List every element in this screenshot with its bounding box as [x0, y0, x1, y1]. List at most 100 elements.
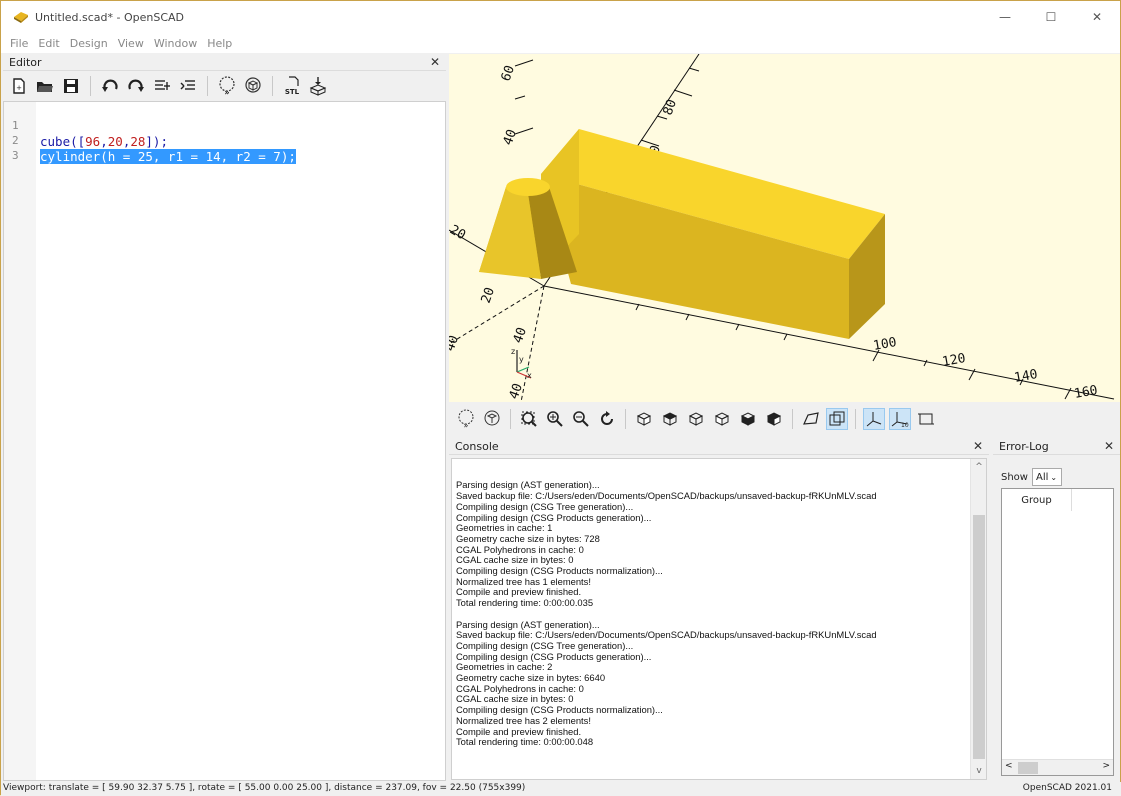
- axis-indicator-label: z: [511, 347, 515, 356]
- minimize-button[interactable]: —: [982, 1, 1028, 33]
- perspective-icon[interactable]: [800, 408, 822, 430]
- orthogonal-icon[interactable]: [826, 408, 848, 430]
- viewport-status: Viewport: translate = [ 59.90 32.37 5.75…: [3, 783, 526, 793]
- axis-tick-label: 40: [511, 326, 530, 346]
- axis-tick-label: 20: [449, 222, 468, 243]
- view-toolbar: » 10: [449, 403, 1120, 435]
- scroll-right-icon[interactable]: >: [1102, 761, 1110, 771]
- axis-tick-label: 20: [479, 286, 498, 306]
- menu-edit[interactable]: Edit: [33, 37, 64, 50]
- column-header-group[interactable]: Group: [1002, 489, 1072, 511]
- console-output[interactable]: Parsing design (AST generation)... Saved…: [451, 458, 987, 780]
- view-back-icon[interactable]: [763, 408, 785, 430]
- redo-icon[interactable]: [126, 76, 146, 96]
- console-pane: Console ✕ Parsing design (AST generation…: [449, 438, 989, 781]
- menu-file[interactable]: File: [5, 37, 33, 50]
- save-icon[interactable]: [61, 76, 81, 96]
- toolbar-divider: [855, 409, 856, 429]
- menu-design[interactable]: Design: [65, 37, 113, 50]
- code-line[interactable]: 3: [4, 134, 64, 162]
- view-top-icon[interactable]: [659, 408, 681, 430]
- error-log-hscrollbar[interactable]: < >: [1002, 759, 1113, 775]
- preview-icon[interactable]: »: [217, 76, 237, 96]
- editor-close-button[interactable]: ✕: [430, 55, 440, 69]
- svg-text:STL: STL: [285, 88, 300, 96]
- error-log-pane: Error-Log ✕ Show All ⌄ Group < >: [993, 438, 1120, 781]
- scrollbar-thumb[interactable]: [1018, 762, 1038, 774]
- window-title: Untitled.scad* - OpenSCAD: [35, 10, 185, 24]
- open-file-icon[interactable]: [35, 76, 55, 96]
- unindent-icon[interactable]: [152, 76, 172, 96]
- 3d-scene: 60 40 20 60 80 100 120 140 160 20 20 40 …: [449, 54, 1115, 402]
- scroll-up-icon[interactable]: ^: [971, 459, 986, 475]
- title-bar: Untitled.scad* - OpenSCAD — ☐ ✕: [1, 1, 1120, 33]
- svg-text:»: »: [224, 88, 229, 96]
- axis-tick-label: 160: [1073, 383, 1099, 402]
- menu-view[interactable]: View: [113, 37, 149, 50]
- editor-title: Editor: [9, 55, 42, 69]
- render-icon[interactable]: [243, 76, 263, 96]
- scrollbar-thumb[interactable]: [973, 515, 985, 759]
- openscad-app-icon: [14, 12, 28, 23]
- toolbar-divider: [207, 76, 208, 96]
- new-file-icon[interactable]: +: [9, 76, 29, 96]
- axis-indicator-label: y: [519, 355, 524, 364]
- maximize-button[interactable]: ☐: [1028, 1, 1074, 33]
- editor-toolbar: + » STL: [3, 71, 446, 101]
- number-literal: 96: [85, 134, 101, 149]
- code-editor[interactable]: 1 cube([96,20,28]); 2 cylinder(h = 25, r…: [3, 101, 446, 781]
- openscad-window: Untitled.scad* - OpenSCAD — ☐ ✕ File Edi…: [0, 0, 1121, 796]
- svg-text:+: +: [16, 84, 22, 92]
- console-close-button[interactable]: ✕: [973, 439, 983, 453]
- view-front-icon[interactable]: [737, 408, 759, 430]
- code-token: ,: [100, 134, 108, 149]
- axis-tick-label: 40: [501, 128, 520, 148]
- show-edges-icon[interactable]: [915, 408, 937, 430]
- menu-help[interactable]: Help: [202, 37, 237, 50]
- line-number-gutter: [4, 102, 36, 780]
- svg-text:10: 10: [901, 422, 909, 428]
- view-right-icon[interactable]: [633, 408, 655, 430]
- error-log-table[interactable]: Group < >: [1001, 488, 1114, 776]
- show-select[interactable]: All ⌄: [1031, 468, 1062, 486]
- axis-tick-label: 40: [507, 382, 526, 402]
- render-icon[interactable]: [481, 408, 503, 430]
- code-token: ]);: [145, 134, 168, 149]
- undo-icon[interactable]: [100, 76, 120, 96]
- axis-tick-label: 40: [449, 334, 462, 354]
- axis-indicator-label: x: [527, 371, 532, 380]
- close-window-button[interactable]: ✕: [1074, 1, 1120, 33]
- console-scrollbar[interactable]: ^ v: [970, 459, 986, 779]
- show-axes-icon[interactable]: [863, 408, 885, 430]
- show-scale-markers-icon[interactable]: 10: [889, 408, 911, 430]
- axis-tick-label: 60: [499, 64, 518, 84]
- console-log-text: Parsing design (AST generation)... Saved…: [456, 479, 877, 748]
- show-filter: Show All ⌄: [1001, 468, 1062, 486]
- preview-icon[interactable]: »: [455, 408, 477, 430]
- axis-tick-label: 80: [661, 98, 680, 118]
- zoom-in-icon[interactable]: [544, 408, 566, 430]
- export-stl-icon[interactable]: STL: [282, 76, 302, 96]
- error-log-close-button[interactable]: ✕: [1104, 439, 1114, 453]
- axis-tick-label: 100: [872, 335, 898, 354]
- view-bottom-icon[interactable]: [685, 408, 707, 430]
- toolbar-divider: [792, 409, 793, 429]
- zoom-out-icon[interactable]: [570, 408, 592, 430]
- console-title: Console: [455, 439, 499, 453]
- number-literal: 20: [107, 134, 123, 149]
- reset-view-icon[interactable]: [596, 408, 618, 430]
- scroll-down-icon[interactable]: v: [971, 763, 986, 779]
- code-line[interactable]: 1 cube([96,20,28]);: [4, 104, 168, 149]
- selected-code-text: cylinder(h = 25, r1 = 14, r2 = 7);: [40, 149, 296, 164]
- send-to-print-icon[interactable]: [308, 76, 328, 96]
- version-label: OpenSCAD 2021.01: [1022, 783, 1112, 793]
- code-line[interactable]: 2 cylinder(h = 25, r1 = 14, r2 = 7);: [4, 119, 296, 164]
- view-left-icon[interactable]: [711, 408, 733, 430]
- error-log-header: Error-Log ✕: [993, 438, 1120, 455]
- menu-window[interactable]: Window: [149, 37, 202, 50]
- scroll-left-icon[interactable]: <: [1005, 761, 1013, 771]
- view-all-icon[interactable]: [518, 408, 540, 430]
- indent-icon[interactable]: [178, 76, 198, 96]
- 3d-viewport[interactable]: 60 40 20 60 80 100 120 140 160 20 20 40 …: [449, 54, 1120, 402]
- axis-tick-label: 120: [941, 351, 967, 370]
